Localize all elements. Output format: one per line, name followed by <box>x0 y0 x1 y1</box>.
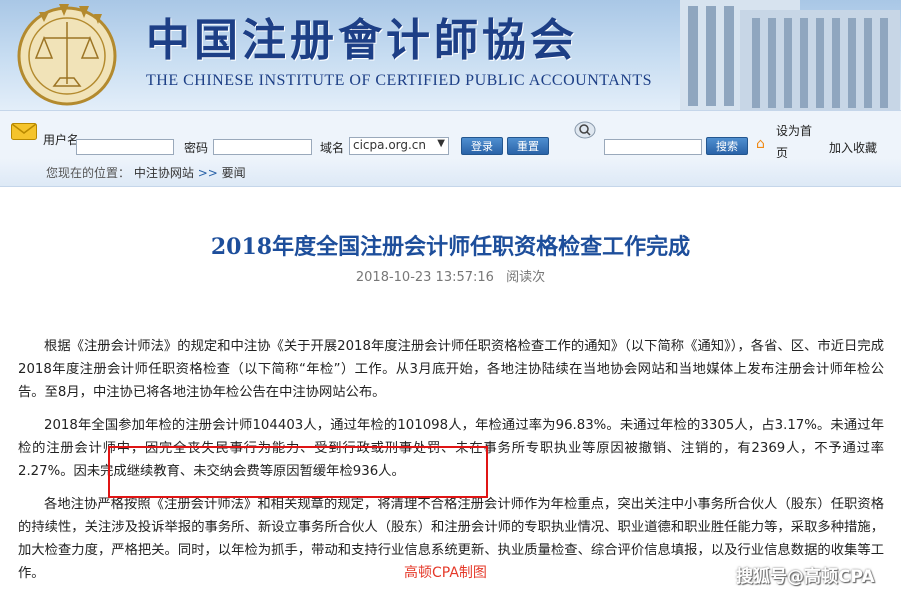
highlight-annotation-box <box>108 446 488 498</box>
search-input[interactable] <box>604 139 702 155</box>
reset-button[interactable]: 重置 <box>507 137 549 155</box>
search-button[interactable]: 搜索 <box>706 137 748 155</box>
article-views: 阅读次 <box>506 270 546 285</box>
add-favorite-link[interactable]: 加入收藏 <box>829 139 877 156</box>
source-watermark: 搜狐号@高顿CPA <box>736 567 875 587</box>
breadcrumb-site-link[interactable]: 中注协网站 <box>134 166 194 180</box>
site-title-chinese: 中国注册會计師協会 <box>146 15 578 66</box>
chevron-down-icon: ▼ <box>437 138 445 149</box>
article-title: 2018年度全国注册会计师任职资格检查工作完成 <box>210 234 691 260</box>
building-illustration <box>680 0 900 110</box>
breadcrumb-current[interactable]: 要闻 <box>222 166 246 180</box>
article-meta: 2018-10-23 13:57:16 阅读次 <box>0 266 901 285</box>
password-input[interactable] <box>213 139 312 155</box>
mail-icon <box>11 123 37 140</box>
domain-label: 域名 <box>320 141 345 155</box>
article-paragraph-1: 根据《注册会计师法》的规定和中注协《关于开展2018年度注册会计师任职资格检查工… <box>18 339 884 400</box>
username-input[interactable] <box>76 139 174 155</box>
username-label: 用户名 <box>43 133 80 147</box>
login-toolbar: 用户名 密码 域名 cicpa.org.cn ▼ 登录 重置 搜索 ⌂ 设为首页… <box>0 110 901 160</box>
article-datetime: 2018-10-23 13:57:16 <box>355 270 494 285</box>
domain-select-value: cicpa.org.cn <box>353 138 427 152</box>
breadcrumb: 您现在的位置： 中注协网站 >> 要闻 <box>46 164 246 181</box>
breadcrumb-prefix: 您现在的位置： <box>46 166 131 180</box>
image-caption: 高顿CPA制图 <box>404 565 487 581</box>
breadcrumb-bar: 您现在的位置： 中注协网站 >> 要闻 <box>0 158 901 187</box>
password-label: 密码 <box>184 141 209 155</box>
domain-select[interactable]: cicpa.org.cn ▼ <box>349 137 449 155</box>
breadcrumb-separator: >> <box>197 166 218 180</box>
cicpa-emblem-logo <box>17 4 117 106</box>
site-title-english: THE CHINESE INSTITUTE OF CERTIFIED PUBLI… <box>146 72 653 89</box>
login-button[interactable]: 登录 <box>461 137 503 155</box>
search-icon <box>574 121 596 139</box>
home-icon: ⌂ <box>756 136 765 152</box>
site-banner: 中国注册會计師協会 THE CHINESE INSTITUTE OF CERTI… <box>0 0 901 110</box>
